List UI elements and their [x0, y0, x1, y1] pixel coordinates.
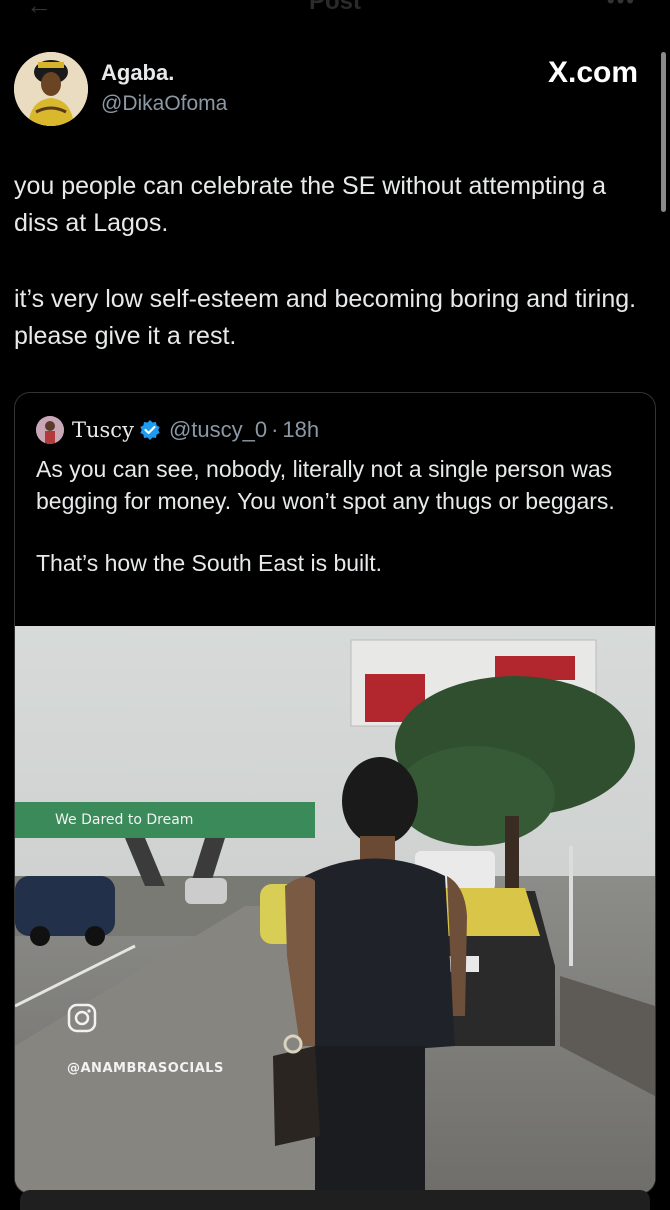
- street-scene-image: We Dared to Dream: [15, 626, 655, 1193]
- instagram-icon: [67, 1003, 97, 1033]
- quoted-paragraph: That’s how the South East is built.: [36, 550, 383, 576]
- post-paragraph: you people can celebrate the SE without …: [14, 172, 607, 237]
- top-bar: ← Post •••: [0, 0, 670, 22]
- author-handle[interactable]: @DikaOfoma: [101, 92, 227, 116]
- post-timestamp[interactable]: 18h: [282, 417, 319, 443]
- quoted-author-name[interactable]: Tuscy: [72, 418, 134, 442]
- more-options-icon[interactable]: •••: [607, 0, 636, 14]
- quoted-post-body: As you can see, nobody, literally not a …: [36, 453, 636, 609]
- verified-badge-icon: [140, 420, 160, 440]
- post-body: you people can celebrate the SE without …: [14, 168, 654, 394]
- scrollbar[interactable]: [661, 52, 666, 212]
- bridge-sign-text: We Dared to Dream: [55, 812, 193, 828]
- author-name[interactable]: Agaba.: [101, 60, 174, 86]
- video-media[interactable]: We Dared to Dream @ANAMBRASOCIALS: [15, 626, 655, 1193]
- quoted-author-avatar[interactable]: [36, 416, 64, 444]
- author-avatar[interactable]: [14, 52, 88, 126]
- quoted-post[interactable]: Tuscy @tuscy_0 · 18h As you can see, nob…: [14, 392, 656, 1194]
- x-brand-logo: X.com: [547, 56, 638, 89]
- post-paragraph: it’s very low self-esteem and becoming b…: [14, 285, 637, 350]
- avatar-photo-icon: [14, 52, 88, 126]
- separator-dot: ·: [271, 417, 279, 442]
- quoted-paragraph: As you can see, nobody, literally not a …: [36, 456, 615, 514]
- watermark-handle: @ANAMBRASOCIALS: [67, 1061, 224, 1076]
- quoted-author-handle[interactable]: @tuscy_0: [169, 417, 267, 443]
- page-title: Post: [308, 0, 361, 15]
- quoted-post-header: Tuscy @tuscy_0 · 18h: [36, 416, 319, 444]
- bottom-action-bar: [20, 1190, 650, 1210]
- avatar-photo-icon: [36, 416, 64, 444]
